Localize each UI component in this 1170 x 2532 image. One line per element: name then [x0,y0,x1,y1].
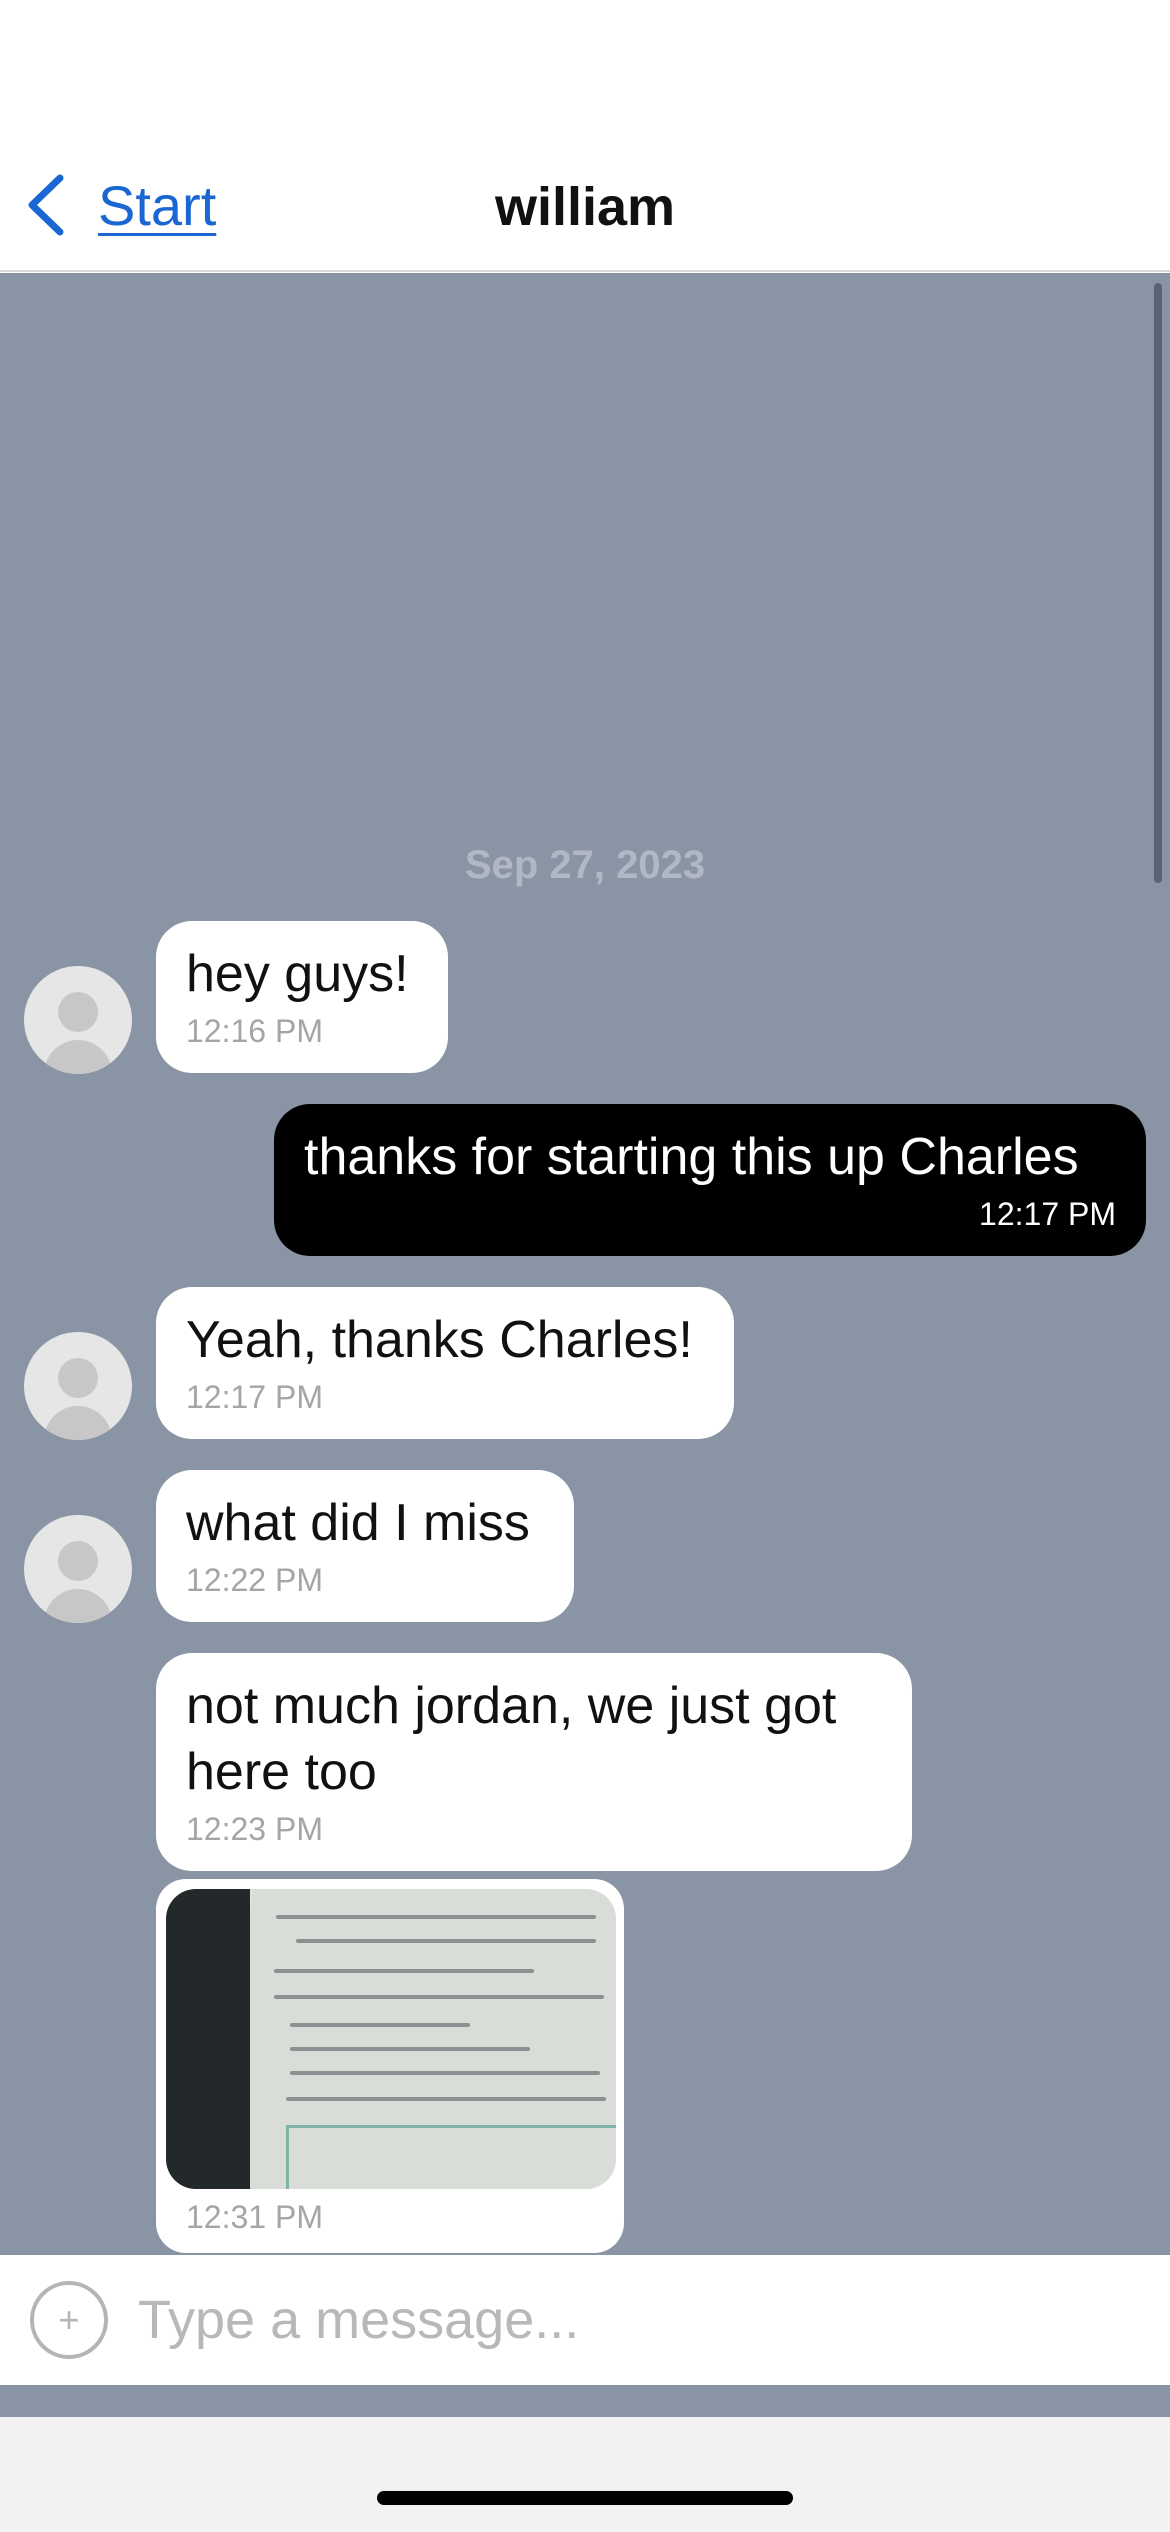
avatar-head-shape [58,1358,98,1398]
date-separator: Sep 27, 2023 [464,843,706,887]
message-bubble[interactable]: not much jordan, we just got here too 12… [156,1653,912,1871]
message-time: 12:22 PM [186,1562,323,1598]
message-bubble[interactable]: hey guys! 12:16 PM [156,921,448,1073]
message-input[interactable] [138,2275,1128,2365]
photo-dark-edge [166,1889,250,2189]
photo-bordered-section [286,2125,616,2189]
avatar-head-shape [58,992,98,1032]
home-indicator[interactable] [377,2491,793,2505]
message-time: 12:16 PM [186,1013,323,1049]
message-list[interactable]: Sep 27, 2023 hey guys! 12:16 PM thanks f… [0,273,1170,2255]
avatar-body-shape [44,1040,112,1074]
navigation-header: Start william [0,0,1170,272]
message-composer: + [0,2255,1170,2385]
avatar-head-shape [58,1541,98,1581]
photo-text-line [274,1995,604,1999]
message-text: Yeah, thanks Charles! [186,1311,693,1369]
plus-icon[interactable]: + [30,2281,108,2359]
home-indicator-area [0,2417,1170,2532]
photo-text-line [290,2071,600,2075]
message-text: hey guys! [186,945,409,1003]
photo-text-line [286,2097,606,2101]
photo-text-line [290,2047,530,2051]
avatar[interactable] [24,966,132,1074]
scrollbar[interactable] [1154,283,1162,883]
image-message-bubble[interactable]: 12:31 PM [156,1879,624,2253]
message-text: not much jordan, we just got here too [186,1677,837,1801]
message-time: 12:17 PM [979,1196,1116,1232]
photo-text-line [290,2023,470,2027]
avatar[interactable] [24,1515,132,1623]
own-message-bubble[interactable]: thanks for starting this up Charles 12:1… [274,1104,1146,1256]
message-time: 12:17 PM [186,1379,323,1415]
avatar-body-shape [44,1589,112,1623]
photo-text-line [274,1969,534,1973]
photo-text-line [276,1915,596,1919]
avatar[interactable] [24,1332,132,1440]
avatar-body-shape [44,1406,112,1440]
photo-text-line [296,1939,596,1943]
message-photo[interactable] [166,1889,616,2189]
message-bubble[interactable]: what did I miss 12:22 PM [156,1470,574,1622]
message-bubble[interactable]: Yeah, thanks Charles! 12:17 PM [156,1287,734,1439]
composer-bottom-gap [0,2385,1170,2417]
page-title: william [494,177,676,237]
message-text: thanks for starting this up Charles [304,1128,1079,1186]
message-time: 12:31 PM [186,2199,323,2235]
message-time: 12:23 PM [186,1811,323,1847]
message-text: what did I miss [186,1494,530,1552]
